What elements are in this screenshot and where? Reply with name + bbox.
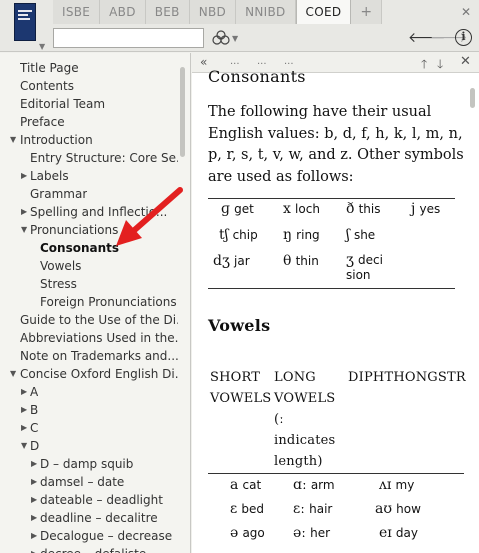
consonant-entry: j yes — [411, 201, 441, 217]
collapsed-triangle-icon[interactable]: ▶ — [31, 473, 37, 491]
column-header: DIPHTHONGS — [348, 370, 447, 385]
contents-tree: Title Page Contents Editorial Team Prefa… — [0, 53, 191, 553]
collapsed-triangle-icon[interactable]: ▶ — [31, 527, 37, 545]
tree-item-d-damp-squib[interactable]: D – damp squib — [40, 455, 133, 473]
table-rule — [208, 473, 464, 474]
red-arrow-annotation — [116, 187, 183, 246]
close-icon[interactable]: ✕ — [460, 54, 471, 69]
breadcrumb-item[interactable]: ... — [257, 56, 267, 67]
column-header: LONG VOWELS (ː indicates length) — [274, 370, 336, 469]
vowel-entry: ɛː hair — [293, 501, 333, 517]
tree-item-pronunciations[interactable]: Pronunciations — [30, 221, 118, 239]
tree-item-consonants[interactable]: Consonants — [40, 239, 119, 257]
expanded-triangle-icon[interactable]: ▼ — [21, 437, 27, 455]
collapsed-triangle-icon[interactable]: ▶ — [21, 419, 27, 437]
vowel-entry: ɛ bed — [230, 501, 265, 517]
chevron-down-icon[interactable]: ▼ — [232, 34, 238, 43]
tree-item-title-page[interactable]: Title Page — [20, 59, 79, 77]
collapsed-triangle-icon[interactable]: ▶ — [21, 383, 27, 401]
tree-item-d[interactable]: D — [30, 437, 39, 455]
collapsed-triangle-icon[interactable]: ▶ — [21, 401, 27, 419]
consonant-entry: dʒ jar — [213, 253, 250, 269]
collapsed-triangle-icon[interactable]: ▶ — [31, 455, 37, 473]
consonant-entry: ʒ deci sion — [346, 252, 383, 282]
tab-abd[interactable]: ABD — [100, 0, 146, 24]
column-header: SHORT VOWELS — [210, 370, 272, 406]
consonant-entry: x loch — [283, 201, 320, 217]
column-header: TR — [447, 370, 466, 385]
collapsed-triangle-icon[interactable]: ▶ — [21, 203, 27, 221]
consonant-entry: θ thin — [283, 253, 319, 269]
breadcrumb-item[interactable]: ... — [284, 56, 294, 67]
expanded-triangle-icon[interactable]: ▼ — [10, 365, 16, 383]
tree-item-preface[interactable]: Preface — [20, 113, 65, 131]
collapsed-triangle-icon[interactable]: ▶ — [21, 167, 27, 185]
tab-isbe[interactable]: ISBE — [53, 0, 101, 24]
tree-item-concise-oxford[interactable]: Concise Oxford English Di... — [20, 365, 178, 383]
module-tabs: ISBE ABD BEB NBD NNIBD COED + — [53, 0, 383, 24]
consonant-entry: ð this — [346, 201, 381, 217]
top-toolbar: ▼ ISBE ABD BEB NBD NNIBD COED + ✕ ▼ 🡐 🡒 … — [0, 0, 479, 52]
article-scrollbar[interactable] — [470, 88, 475, 108]
tree-item-a[interactable]: A — [30, 383, 38, 401]
consonant-entry: tʃ chip — [219, 227, 258, 243]
tree-item-stress[interactable]: Stress — [40, 275, 77, 293]
add-tab-button[interactable]: + — [351, 0, 383, 24]
breadcrumb-item[interactable]: ... — [230, 56, 240, 67]
section-heading: Consonants — [208, 67, 306, 86]
tree-item-introduction[interactable]: Introduction — [20, 131, 93, 149]
table-rule — [208, 198, 455, 199]
close-icon[interactable]: ✕ — [461, 5, 471, 19]
info-icon[interactable]: i — [455, 29, 472, 46]
tree-item-guide[interactable]: Guide to the Use of the Di... — [20, 311, 178, 329]
book-cover-icon — [14, 3, 36, 41]
vowel-entry: ʌɪ my — [379, 477, 415, 493]
vowel-entry: əː her — [293, 525, 331, 541]
tree-item-foreign-pronunciations[interactable]: Foreign Pronunciations — [40, 293, 177, 311]
collapsed-triangle-icon[interactable]: ▶ — [31, 509, 37, 527]
section-heading: Vowels — [208, 316, 271, 335]
collapsed-triangle-icon[interactable]: ▶ — [31, 545, 37, 553]
table-rule — [208, 288, 455, 289]
collapsed-triangle-icon[interactable]: ▶ — [31, 491, 37, 509]
vowel-entry: ɑː arm — [293, 477, 335, 493]
tree-item-grammar[interactable]: Grammar — [30, 185, 87, 203]
tab-beb[interactable]: BEB — [145, 0, 190, 24]
previous-section-icon[interactable]: 🡑 — [421, 55, 427, 76]
tree-item-vowels[interactable]: Vowels — [40, 257, 81, 275]
sidebar-scrollbar[interactable] — [180, 67, 185, 157]
tree-item-c[interactable]: C — [30, 419, 38, 437]
vowel-entry: a cat — [230, 477, 262, 493]
vowel-entry: eɪ day — [379, 525, 418, 541]
search-input[interactable] — [53, 28, 204, 48]
expanded-triangle-icon[interactable]: ▼ — [10, 131, 16, 149]
tree-item-entry-structure[interactable]: Entry Structure: Core Se... — [30, 149, 178, 167]
tree-item-labels[interactable]: Labels — [30, 167, 69, 185]
dictionary-book-icon[interactable]: ▼ — [5, 3, 45, 51]
tree-item-abbreviations[interactable]: Abbreviations Used in the... — [20, 329, 178, 347]
tab-nnibd[interactable]: NNIBD — [236, 0, 296, 24]
expanded-triangle-icon[interactable]: ▼ — [21, 221, 27, 239]
vowel-entry: ə ago — [230, 525, 265, 541]
consonant-entry: ŋ ring — [283, 227, 320, 243]
tab-nbd[interactable]: NBD — [189, 0, 237, 24]
collapse-sidebar-icon[interactable]: « — [200, 55, 207, 69]
tree-item-editorial-team[interactable]: Editorial Team — [20, 95, 105, 113]
intro-paragraph: The following have their usual English v… — [208, 104, 464, 185]
tree-item-decalogue-decrease[interactable]: Decalogue – decrease — [40, 527, 172, 545]
vowel-entry: aʊ how — [375, 501, 421, 517]
tree-item-contents[interactable]: Contents — [20, 77, 74, 95]
tree-item-deadline-decalitre[interactable]: deadline – decalitre — [40, 509, 158, 527]
chevron-down-icon[interactable]: ▼ — [39, 42, 45, 51]
consonant-entry: ʃ she — [346, 227, 376, 243]
article-pane: « ... ... ... 🡑 🡓 ✕ Consonants The follo… — [192, 53, 479, 553]
consonant-entry: ɡ get — [221, 201, 254, 217]
tree-item-dateable-deadlight[interactable]: dateable – deadlight — [40, 491, 163, 509]
next-section-icon[interactable]: 🡓 — [437, 55, 443, 76]
tab-coed[interactable]: COED — [295, 0, 352, 24]
tree-item-damsel-date[interactable]: damsel – date — [40, 473, 124, 491]
tree-item-trademarks[interactable]: Note on Trademarks and... — [20, 347, 178, 365]
tree-item-b[interactable]: B — [30, 401, 38, 419]
tree-item-decree-defaliste[interactable]: decree – defaliste — [40, 545, 146, 553]
